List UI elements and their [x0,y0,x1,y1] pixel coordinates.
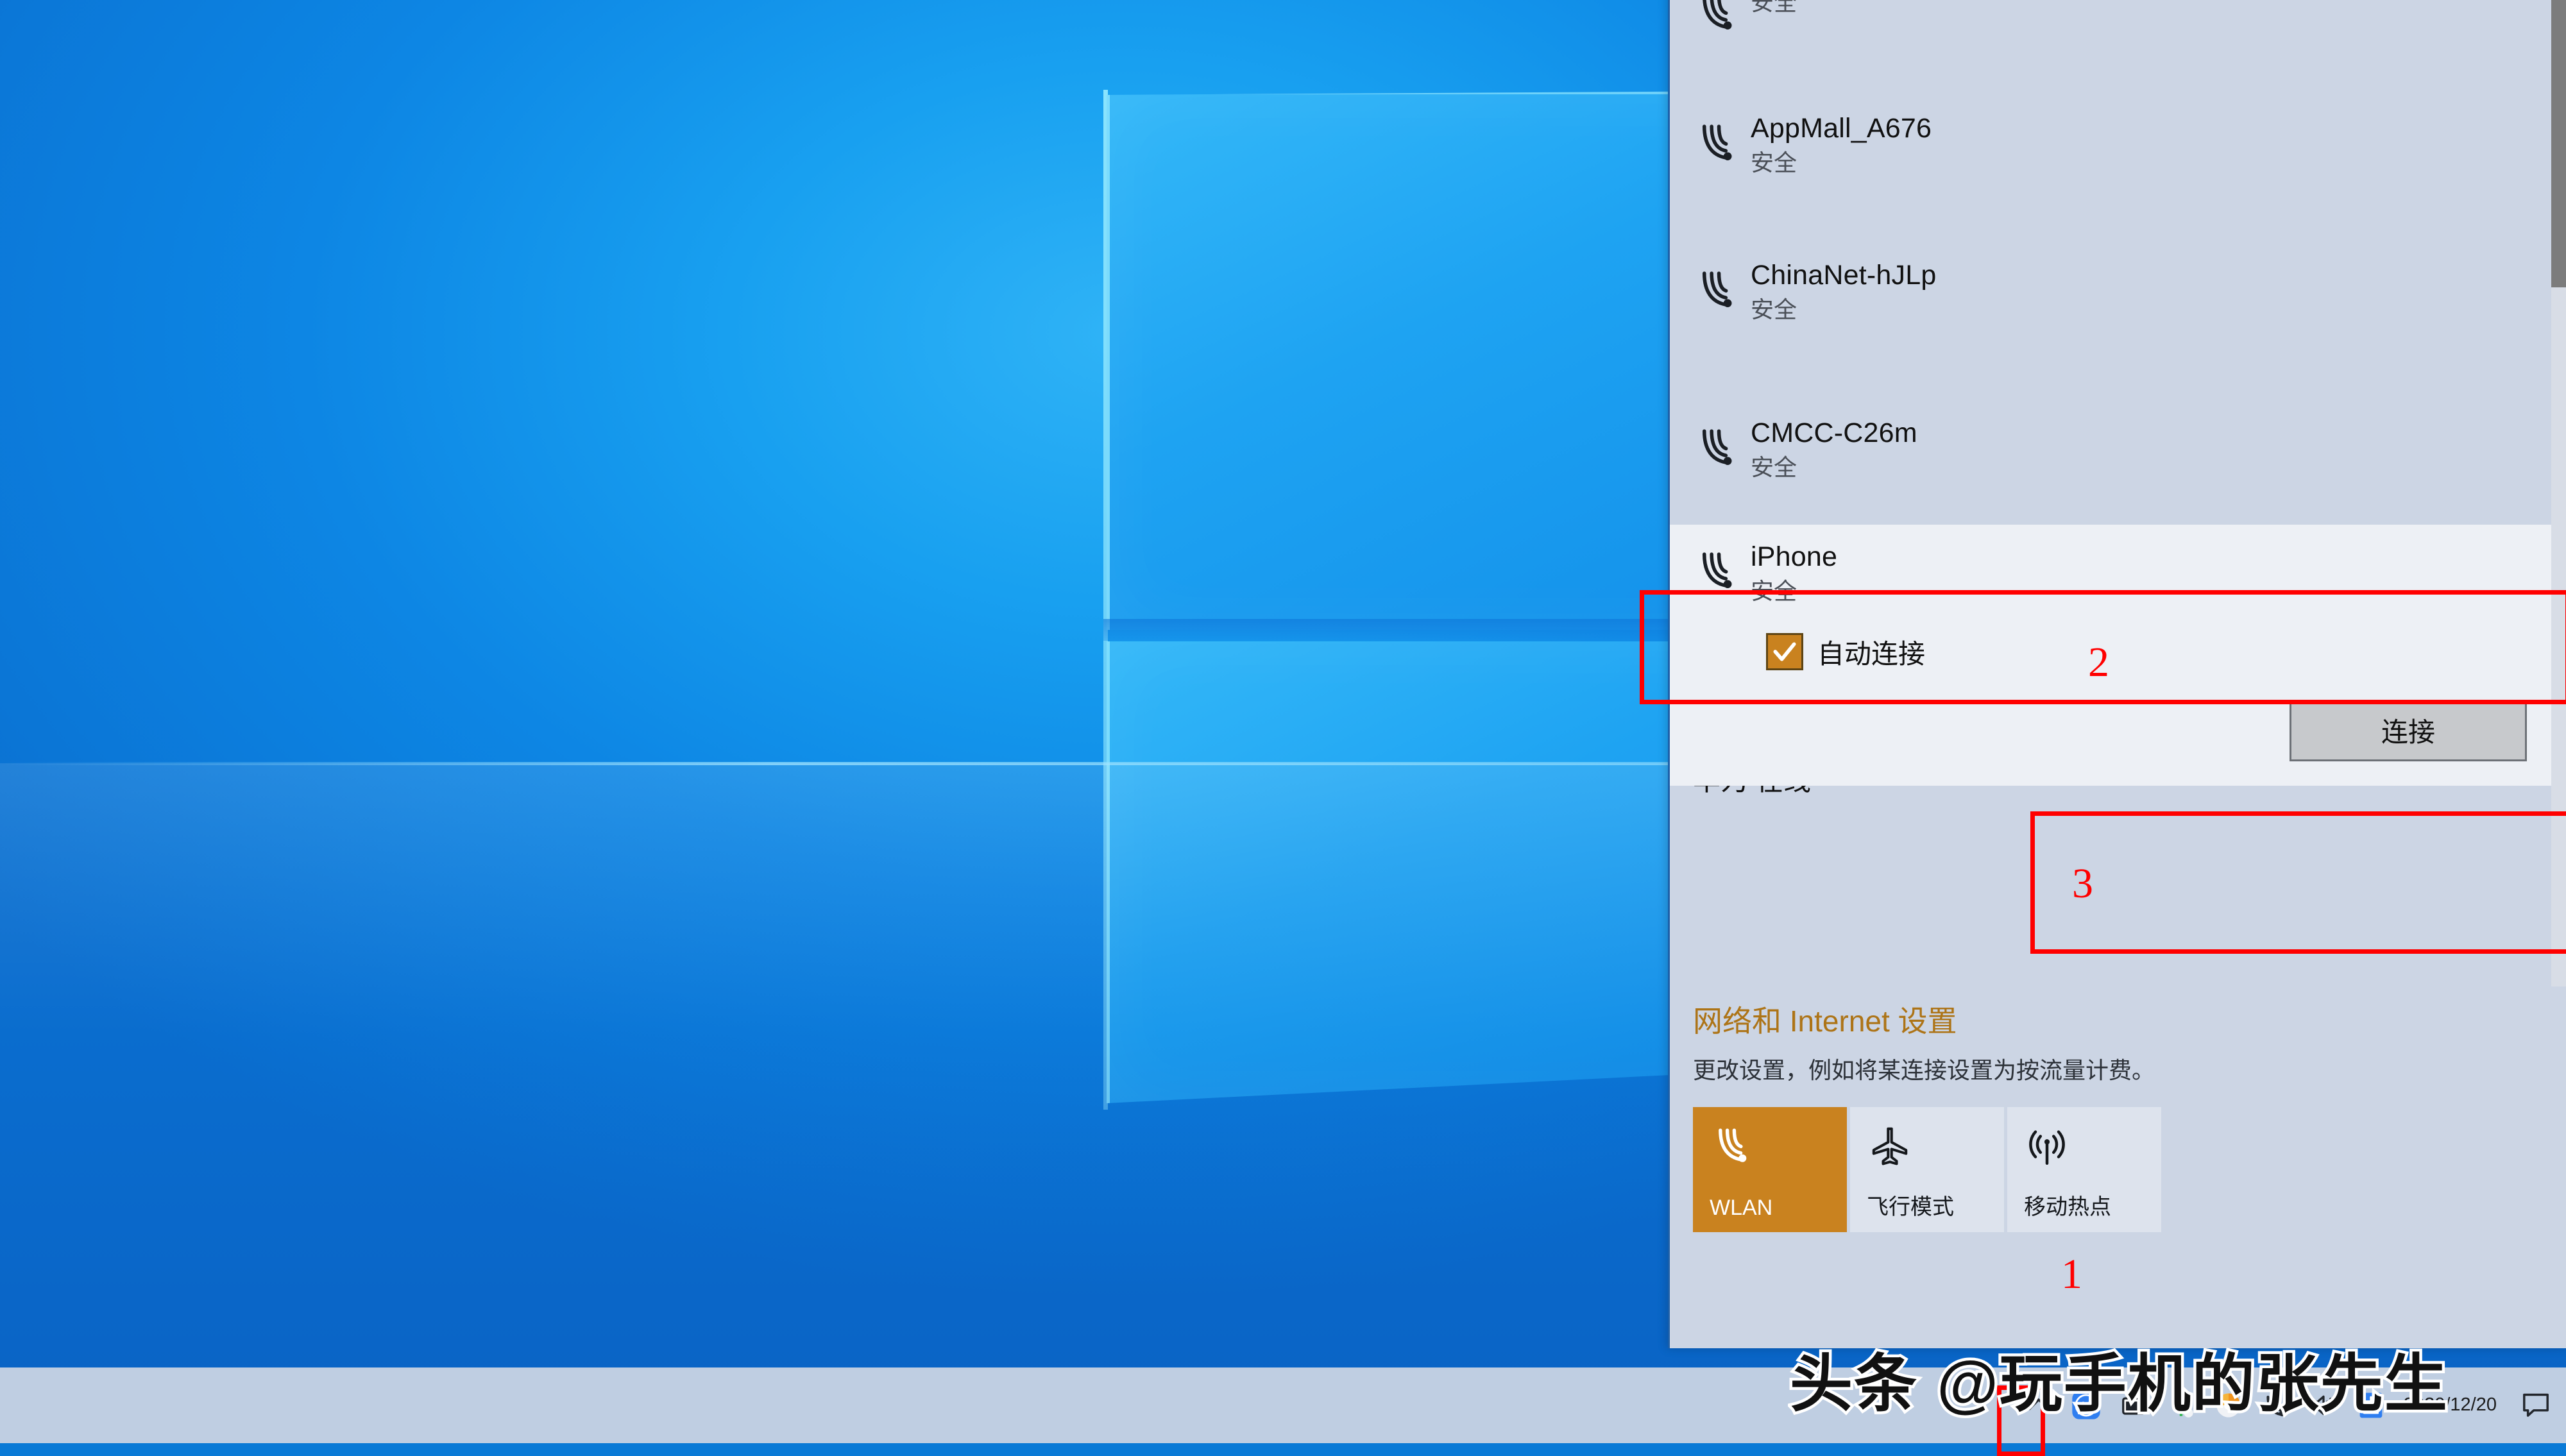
connect-button-row: 连接 [1670,681,2566,786]
network-name: 华为 在线 [1693,786,1811,799]
network-security: 安全 [1751,453,1917,483]
green-arrow-icon[interactable] [2157,1367,2205,1443]
wifi-icon[interactable] [2252,1367,2300,1443]
clock-date: 2020/12/20 [2404,1394,2497,1416]
wifi-icon [1693,120,1742,172]
flyout-footer: 网络和 Internet 设置 更改设置，例如将某连接设置为按流量计费。 WLA… [1670,986,2566,1348]
selected-network-card: iPhone 安全 自动连接 连接 [1670,525,2566,786]
airplane-icon [1867,1124,2004,1178]
speech-bubble-icon[interactable] [2511,1367,2561,1443]
wifi-icon [1693,0,1742,49]
wifi-icon [1693,548,1742,600]
quick-tile-label: 飞行模式 [1867,1189,1954,1221]
network-security: 安全 [1751,0,1951,18]
quick-tile-label: WLAN [1710,1196,1772,1221]
hotspot-icon [2024,1124,2161,1178]
orange-disc-icon[interactable] [2205,1367,2252,1443]
ime-icon[interactable] [2347,1367,2395,1443]
list-item-iphone[interactable]: iPhone 安全 [1670,525,2566,623]
system-tray: K [2015,1367,2566,1443]
screenshot-icon[interactable] [2110,1367,2157,1443]
quick-action-tiles: WLAN 飞行模式 [1693,1107,2566,1232]
network-internet-settings-description: 更改设置，例如将某连接设置为按流量计费。 [1693,1052,2566,1085]
network-security: 安全 [1751,295,1936,325]
network-security: 安全 [1751,577,1837,607]
list-item-clipped[interactable]: 华为 在线 [1670,786,2566,832]
quick-tile-wlan[interactable]: WLAN [1693,1107,1847,1232]
wallpaper-pane-top-left [1107,91,1751,630]
quick-tile-mobile-hotspot[interactable]: 移动热点 [2007,1107,2161,1232]
scrollbar-track[interactable] [2551,0,2566,986]
wifi-icon [1693,267,1742,319]
network-name: CMCC-C26m [1751,418,1917,448]
network-name: AppMall_A676 [1751,113,1932,144]
list-item[interactable]: CMCC-C26m 安全 [1670,371,2566,525]
taskbar: K [0,1367,2566,1443]
autoconnect-checkbox-row[interactable]: 自动连接 [1670,623,2566,681]
chevron-up-icon[interactable] [2015,1367,2062,1443]
connect-button[interactable]: 连接 [2290,700,2527,761]
network-internet-settings-link[interactable]: 网络和 Internet 设置 [1693,998,2566,1040]
network-name: iPhone [1751,541,1837,572]
scrollbar-thumb[interactable] [2551,0,2566,287]
network-name: ChinaNet-hJLp [1751,260,1936,291]
network-security: 安全 [1751,148,1932,178]
quick-tile-label: 移动热点 [2024,1189,2111,1221]
wifi-icon [1693,425,1742,477]
quick-tile-airplane-mode[interactable]: 飞行模式 [1850,1107,2004,1232]
checkmark-icon[interactable] [1766,633,1803,670]
taskbar-clock[interactable]: 2020/12/20 [2395,1367,2511,1443]
wifi-icon [1710,1124,1847,1178]
volume-icon[interactable] [2300,1367,2347,1443]
svg-text:K: K [2081,1400,2091,1414]
list-item[interactable]: ChinaNet-hJLp 安全 [1670,205,2566,371]
network-list[interactable]: WX_SAMSUNG 安全 AppMall_A676 安全 [1670,0,2566,986]
autoconnect-label: 自动连接 [1817,632,1925,672]
wifi-flyout-panel: WX_SAMSUNG 安全 AppMall_A676 安全 [1668,0,2566,1348]
list-item[interactable]: AppMall_A676 安全 [1670,77,2566,205]
kingsoft-k-icon[interactable]: K [2062,1367,2110,1443]
list-item[interactable]: WX_SAMSUNG 安全 [1670,0,2566,77]
